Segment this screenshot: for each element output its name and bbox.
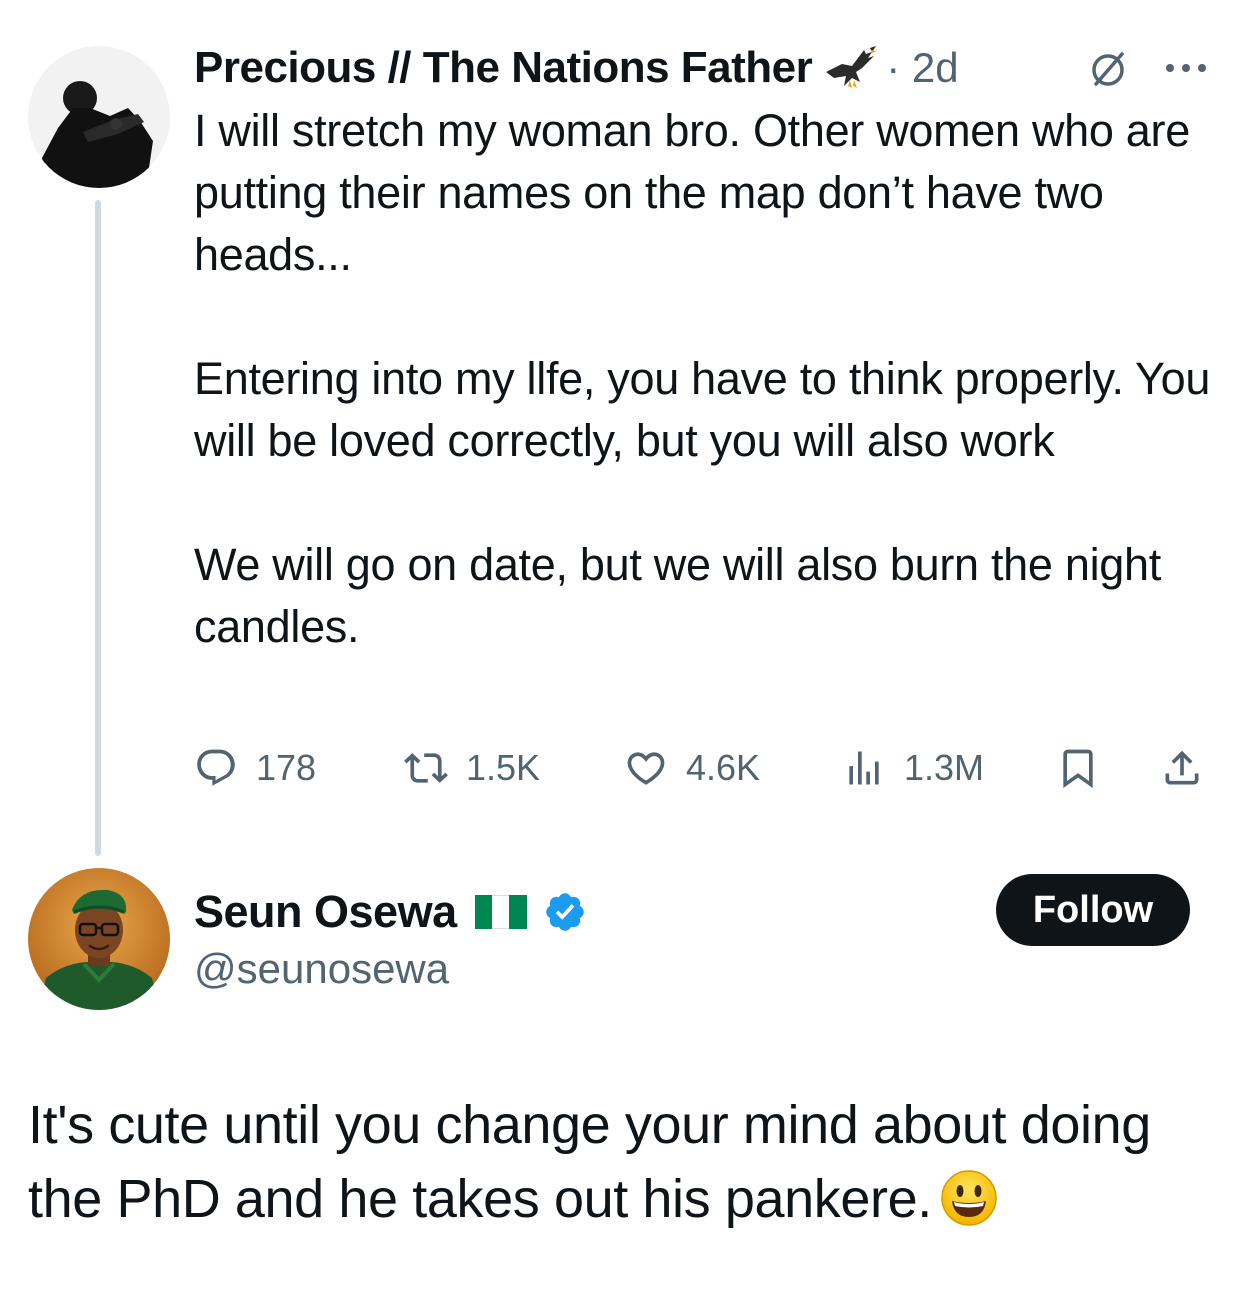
verified-badge-icon[interactable] — [543, 890, 587, 934]
thread-connector-line — [95, 200, 101, 856]
reply-author-handle[interactable]: @seunosewa — [194, 945, 449, 993]
views-count: 1.3M — [904, 747, 985, 788]
like-count: 4.6K — [686, 747, 761, 788]
seun-avatar[interactable] — [28, 868, 170, 1010]
reply-icon — [197, 749, 235, 786]
tweet-paragraph: We will go on date, but we will also bur… — [194, 539, 1161, 652]
bookmark-button[interactable] — [1056, 740, 1100, 796]
reply-author-header: Seun Osewa — [194, 882, 587, 942]
reply-author-name[interactable]: Seun Osewa — [194, 886, 457, 938]
analytics-icon — [849, 751, 879, 785]
like-button[interactable]: 4.6K — [624, 740, 760, 796]
tweet-timestamp[interactable]: · 2d — [886, 44, 958, 92]
tweet-paragraph: Entering into my llfe, you have to think… — [194, 353, 1211, 466]
tweet-paragraph: I will stretch my woman bro. Other women… — [194, 105, 1190, 280]
bookmark-icon — [1063, 749, 1093, 789]
share-button[interactable] — [1160, 740, 1204, 796]
grok-icon[interactable] — [1088, 50, 1128, 90]
smiley-emoji-icon — [941, 1170, 997, 1226]
tweet-action-bar: 178 1.5K 4.6K 1.3M — [194, 740, 1214, 796]
precious-avatar[interactable] — [28, 46, 170, 188]
eagle-icon — [826, 46, 878, 88]
reply-count: 178 — [256, 747, 317, 788]
nigeria-flag-icon — [474, 895, 527, 929]
share-icon — [1165, 750, 1199, 785]
views-button[interactable]: 1.3M — [842, 740, 984, 796]
reply-tweet-text: It's cute until you change your mind abo… — [28, 1088, 1218, 1236]
heart-icon — [627, 752, 665, 785]
follow-button[interactable]: Follow — [996, 874, 1190, 946]
repost-count: 1.5K — [466, 747, 541, 788]
original-tweet-text: I will stretch my woman bro. Other women… — [194, 100, 1224, 658]
original-tweet-header: Precious // The Nations Father · 2d — [194, 40, 959, 96]
more-options-icon[interactable] — [1162, 56, 1210, 80]
repost-icon — [404, 753, 448, 783]
original-author-name[interactable]: Precious // The Nations Father — [194, 43, 813, 93]
repost-button[interactable]: 1.5K — [404, 740, 540, 796]
reply-button[interactable]: 178 — [194, 740, 316, 796]
